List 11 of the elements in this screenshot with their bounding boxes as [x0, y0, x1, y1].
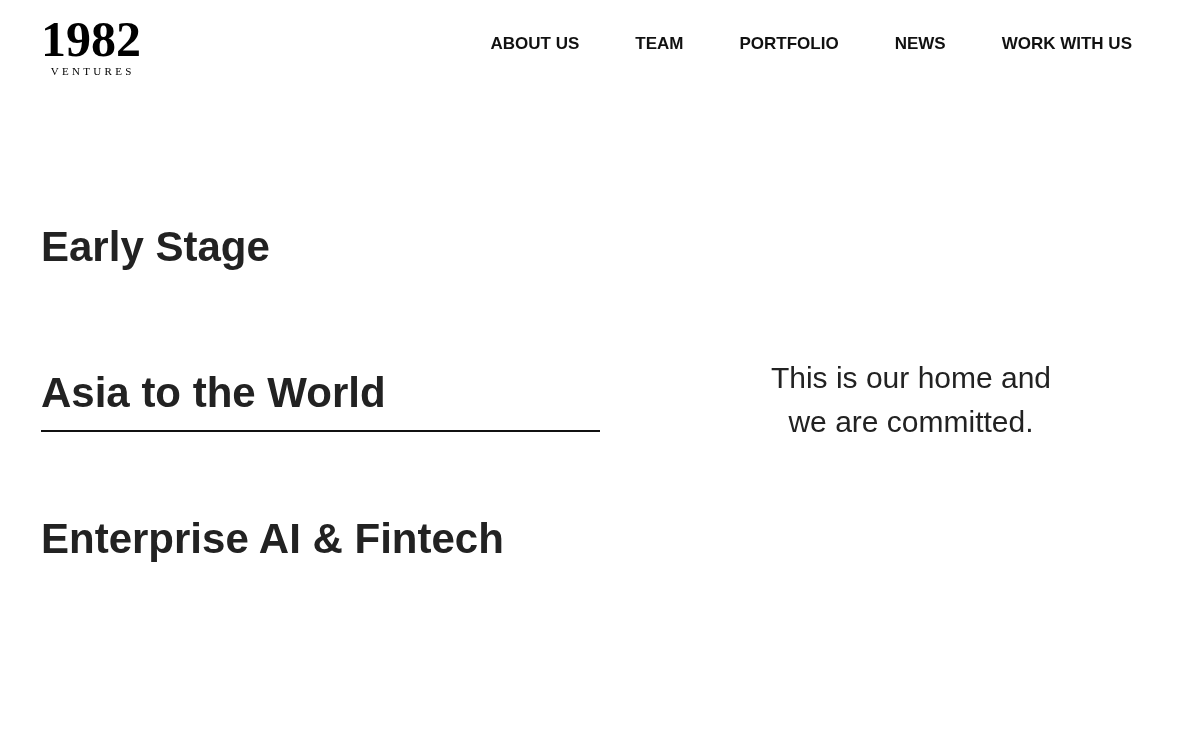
focus-area-tab[interactable]: Asia to the World: [41, 368, 600, 432]
logo-wordmark: VENTURES: [49, 65, 135, 77]
focus-area-tab[interactable]: Early Stage: [41, 222, 270, 286]
logo-numerals: 1982: [41, 14, 141, 64]
description-text: This is our home and we are committed.: [769, 360, 1053, 440]
nav-link[interactable]: PORTFOLIO: [739, 33, 839, 55]
nav-link[interactable]: WORK WITH US: [1001, 33, 1132, 55]
focus-area-tab[interactable]: Enterprise AI & Fintech: [41, 514, 504, 578]
nav-link[interactable]: TEAM: [635, 33, 684, 55]
nav-link[interactable]: NEWS: [894, 33, 946, 55]
nav-link[interactable]: ABOUT US: [490, 33, 580, 55]
